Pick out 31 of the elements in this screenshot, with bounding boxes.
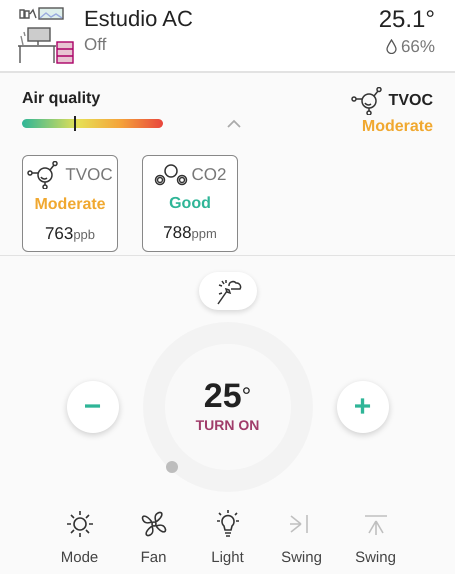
dial-handle[interactable] — [166, 461, 178, 473]
device-name: Estudio AC — [84, 6, 194, 32]
desk-illustration — [18, 6, 76, 64]
control-button[interactable]: Light — [192, 508, 262, 570]
sensor-value: 788 — [163, 222, 192, 244]
sensor-value: 763 — [44, 222, 74, 245]
sensor-unit: ppb — [73, 226, 96, 244]
power-status: Off — [84, 34, 108, 56]
air-quality-status: Moderate — [360, 117, 433, 137]
degree-sign: ° — [242, 382, 252, 412]
sensor-name: CO2 — [192, 164, 226, 186]
sensor-status: Good — [169, 194, 211, 214]
sensor-card[interactable]: CO2 Good 788ppm — [142, 155, 238, 252]
setpoint-value: 25 — [204, 378, 242, 412]
scene-button[interactable] — [198, 272, 256, 310]
pollutant-name: TVOC — [388, 91, 433, 111]
control-button[interactable]: Fan — [118, 508, 188, 570]
room-temperature: 25.1° — [378, 6, 435, 34]
sensor-status: Moderate — [34, 194, 106, 215]
sensor-name: TVOC — [65, 164, 113, 186]
sensor-unit: ppm — [192, 224, 217, 243]
control-button[interactable]: Mode — [44, 508, 114, 570]
turn-on-label: TURN ON — [196, 416, 260, 434]
humidity-value: 66% — [400, 36, 435, 58]
sun-icon — [64, 509, 94, 539]
section-title: Air quality — [22, 89, 102, 109]
fan-icon — [138, 509, 168, 539]
co2-molecule-icon — [154, 162, 188, 187]
sensor-card[interactable]: TVOC Moderate 763ppb — [22, 155, 118, 252]
temperature-dial[interactable]: 25° TURN ON — [142, 322, 312, 492]
humidity-drop-icon — [386, 39, 397, 54]
